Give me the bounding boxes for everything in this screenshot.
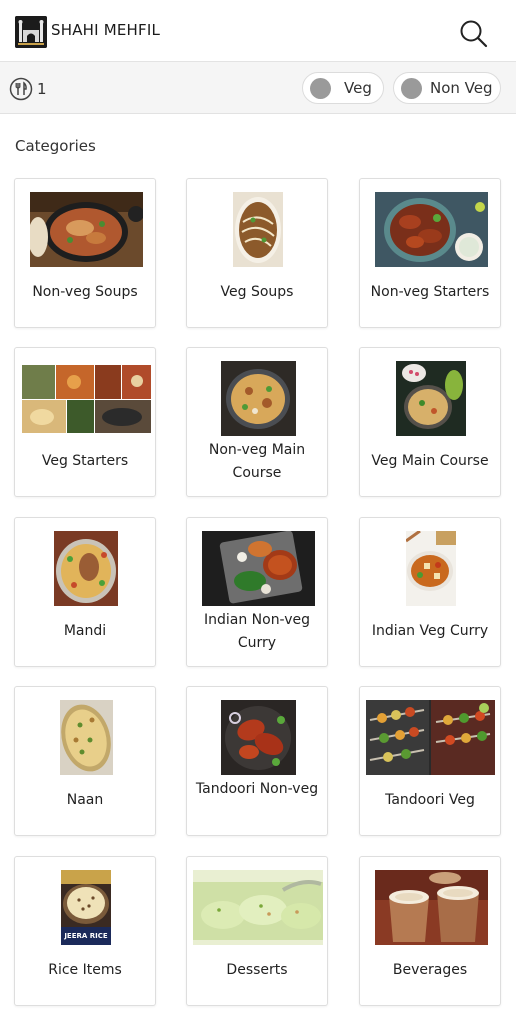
category-label: Rice Items (48, 962, 122, 978)
category-label: Mandi (63, 623, 107, 639)
filter-bar: 1 Veg Non Veg (0, 62, 516, 114)
category-card-non-veg-soups[interactable]: Non-veg Soups (14, 178, 156, 328)
category-label: Tandoori Veg (385, 792, 475, 808)
veg-main-course-image (396, 361, 466, 436)
category-card-tandoori-veg[interactable]: Tandoori Veg (359, 686, 501, 836)
veg-filter-label: Veg (344, 79, 372, 97)
category-card-rice-items[interactable]: JEERA RICE Rice Items (14, 856, 156, 1006)
category-label: Non-veg Soups (32, 284, 138, 300)
non-veg-toggle-dot (401, 77, 422, 99)
category-card-desserts[interactable]: Desserts (186, 856, 328, 1006)
category-label: Naan (66, 792, 104, 808)
naan-image (60, 700, 113, 775)
non-veg-soups-image (30, 192, 143, 267)
search-button[interactable] (456, 17, 490, 51)
category-card-beverages[interactable]: Beverages (359, 856, 501, 1006)
category-card-non-veg-starters[interactable]: Non-veg Starters (359, 178, 501, 328)
desserts-image (193, 870, 323, 945)
beverages-image (375, 870, 488, 945)
indian-veg-curry-image (406, 531, 456, 606)
category-card-indian-non-veg-curry[interactable]: Indian Non-veg Curry (186, 517, 328, 667)
category-card-veg-soups[interactable]: Veg Soups (186, 178, 328, 328)
non-veg-filter-label: Non Veg (430, 79, 493, 97)
table-count: 1 (37, 80, 47, 98)
brand-name: SHAHI MEHFIL (51, 21, 161, 39)
category-label: Veg Soups (220, 284, 294, 300)
category-label: Beverages (392, 962, 468, 978)
category-label: Indian Veg Curry (371, 623, 489, 639)
category-label: Desserts (226, 962, 288, 978)
tandoori-non-veg-image (221, 700, 296, 775)
veg-starters-image (22, 365, 151, 433)
non-veg-starters-image (375, 192, 488, 267)
tandoori-veg-image (366, 700, 495, 775)
cutlery-icon (9, 77, 33, 101)
category-label: Non-veg Main Course (208, 442, 306, 481)
restaurant-logo (15, 16, 47, 48)
category-label: Veg Main Course (371, 453, 489, 469)
table-indicator[interactable]: 1 (9, 77, 47, 101)
category-card-mandi[interactable]: Mandi (14, 517, 156, 667)
search-icon (460, 20, 488, 48)
category-label: Indian Non-veg Curry (203, 612, 311, 651)
veg-soups-image (233, 192, 283, 267)
indian-non-veg-curry-image (202, 531, 315, 606)
category-label: Veg Starters (41, 453, 129, 469)
rice-items-image: JEERA RICE (61, 870, 111, 945)
app-header: SHAHI MEHFIL (0, 0, 516, 62)
non-veg-main-course-image (221, 361, 296, 436)
category-card-veg-starters[interactable]: Veg Starters (14, 347, 156, 497)
category-label: Non-veg Starters (370, 284, 490, 300)
category-label: Tandoori Non-veg (195, 781, 319, 797)
categories-heading: Categories (15, 137, 96, 155)
category-card-veg-main-course[interactable]: Veg Main Course (359, 347, 501, 497)
non-veg-filter-toggle[interactable]: Non Veg (393, 72, 501, 104)
mandi-image (54, 531, 118, 606)
category-card-indian-veg-curry[interactable]: Indian Veg Curry (359, 517, 501, 667)
veg-filter-toggle[interactable]: Veg (302, 72, 384, 104)
category-card-tandoori-non-veg[interactable]: Tandoori Non-veg (186, 686, 328, 836)
category-card-non-veg-main-course[interactable]: Non-veg Main Course (186, 347, 328, 497)
category-card-naan[interactable]: Naan (14, 686, 156, 836)
rice-image-caption: JEERA RICE (63, 932, 108, 940)
veg-toggle-dot (310, 77, 331, 99)
